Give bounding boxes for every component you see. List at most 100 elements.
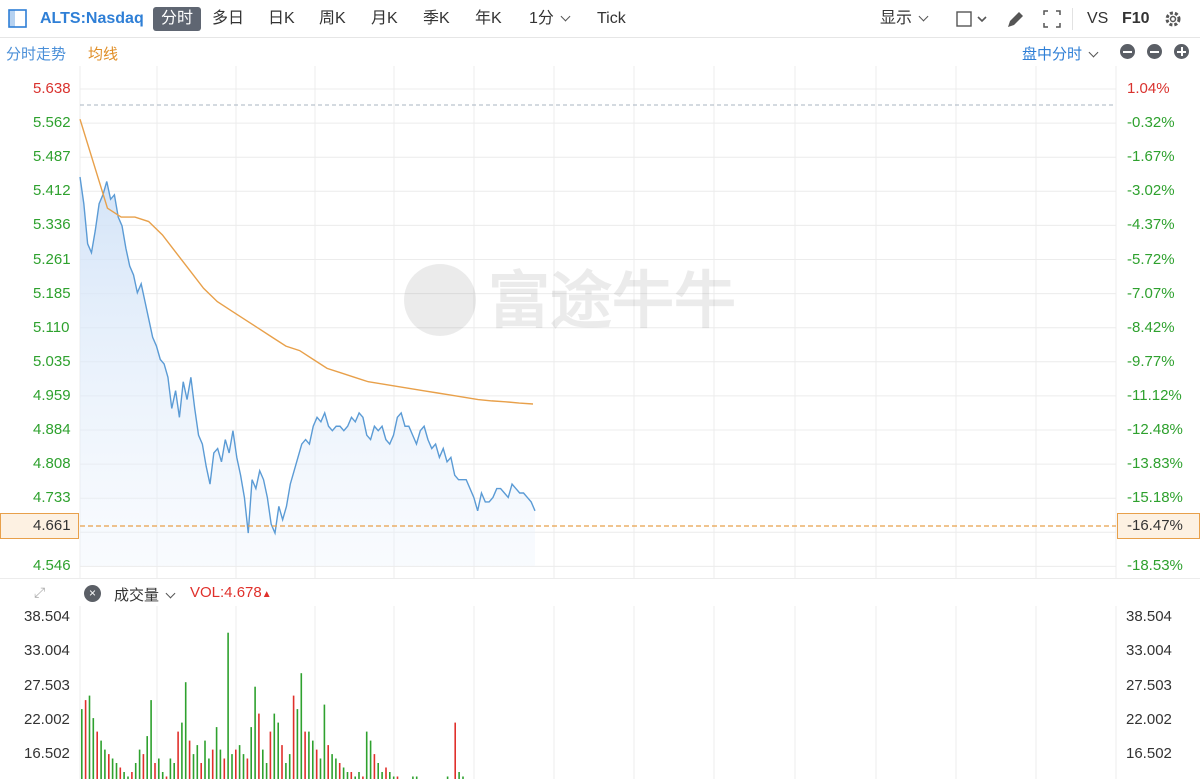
- volume-bar: [123, 772, 125, 779]
- watermark-text: 富途牛牛: [488, 264, 736, 337]
- price-tick-label: 4.959: [33, 386, 71, 404]
- volume-bar: [134, 763, 137, 779]
- volume-bar: [281, 745, 283, 779]
- price-tick-label: 4.808: [33, 455, 71, 473]
- volume-bar: [238, 745, 241, 779]
- volume-bar: [300, 673, 303, 779]
- volume-tick-label: 38.504: [24, 608, 70, 625]
- volume-bars: [81, 632, 464, 779]
- volume-bar: [211, 749, 214, 779]
- volume-bar: [81, 709, 83, 779]
- price-tick-label: 4.733: [33, 489, 71, 507]
- price-tick-label: 5.562: [33, 114, 71, 132]
- volume-bar: [358, 772, 360, 779]
- current-price-box: 4.661: [0, 513, 79, 539]
- price-tick-label: 4.546: [33, 557, 71, 575]
- volume-bar: [208, 758, 210, 779]
- volume-bar: [277, 722, 279, 779]
- volume-tick-label: 33.004: [1126, 642, 1172, 660]
- volume-bar: [250, 727, 252, 779]
- volume-bar: [181, 722, 183, 779]
- volume-tick-label: 16.502: [24, 745, 70, 763]
- price-tick-label: 5.110: [33, 318, 70, 336]
- volume-bar: [92, 718, 95, 779]
- percent-tick-label: -11.12%: [1127, 386, 1182, 404]
- price-area: [80, 177, 535, 566]
- volume-bar: [184, 682, 187, 779]
- volume-bar: [338, 763, 341, 779]
- percent-tick-label: -15.18%: [1127, 489, 1183, 507]
- volume-bar: [223, 758, 226, 779]
- volume-bar: [142, 754, 145, 779]
- volume-tick-label: 33.004: [24, 642, 70, 660]
- close-icon[interactable]: ×: [84, 585, 101, 602]
- volume-tick-label: 22.002: [1126, 710, 1172, 728]
- price-tick-label: 5.487: [33, 148, 71, 166]
- volume-bar: [219, 749, 222, 779]
- chevron-down-icon: [165, 588, 176, 599]
- percent-tick-label: -8.42%: [1127, 318, 1175, 336]
- intraday-chart[interactable]: 富途牛牛: [0, 0, 1200, 779]
- volume-bar: [96, 731, 98, 779]
- percent-tick-label: 1.04%: [1127, 80, 1170, 97]
- volume-header: ⤢ × 成交量 VOL:4.678▲: [0, 578, 1200, 606]
- volume-bar: [100, 740, 102, 779]
- price-tick-label: 5.638: [33, 80, 71, 97]
- volume-bar: [146, 736, 148, 779]
- price-tick-label: 5.261: [33, 250, 71, 268]
- volume-bar: [150, 700, 152, 779]
- volume-bar: [246, 758, 249, 779]
- volume-bar: [335, 758, 337, 779]
- volume-bar: [331, 754, 333, 779]
- current-change-box: -16.47%: [1117, 513, 1200, 539]
- volume-bar: [104, 749, 106, 779]
- volume-bar: [389, 772, 391, 779]
- volume-bar: [373, 754, 376, 779]
- volume-bar: [342, 767, 345, 779]
- volume-bar: [227, 632, 229, 779]
- volume-bar: [312, 740, 314, 779]
- volume-indicator-dropdown[interactable]: 成交量: [114, 584, 176, 605]
- volume-bar: [192, 754, 195, 779]
- price-tick-label: 4.884: [33, 421, 71, 438]
- percent-tick-label: -9.77%: [1127, 352, 1175, 370]
- volume-tick-label: 38.504: [1126, 608, 1172, 625]
- volume-bar: [319, 758, 322, 779]
- volume-bar: [273, 713, 276, 779]
- volume-bar: [235, 749, 237, 779]
- volume-bar: [231, 754, 233, 779]
- vol-value: VOL:4.678▲: [190, 584, 272, 601]
- watermark: 富途牛牛: [404, 264, 736, 337]
- volume-bar: [323, 704, 326, 779]
- volume-tick-label: 27.503: [1126, 676, 1172, 694]
- volume-bar: [265, 763, 268, 779]
- volume-bar: [288, 754, 291, 779]
- percent-tick-label: -3.02%: [1127, 182, 1175, 200]
- percent-tick-label: -7.07%: [1127, 284, 1175, 302]
- volume-bar: [200, 763, 202, 779]
- volume-bar: [304, 731, 306, 779]
- volume-bar: [296, 709, 299, 779]
- percent-tick-label: -13.83%: [1127, 455, 1183, 473]
- price-tick-label: 5.336: [33, 216, 71, 234]
- volume-bar: [315, 749, 318, 779]
- volume-bar: [308, 731, 310, 779]
- volume-bar: [350, 772, 353, 779]
- volume-bar: [108, 754, 110, 779]
- volume-bar: [138, 749, 141, 779]
- percent-tick-label: -12.48%: [1127, 421, 1183, 438]
- volume-bar: [385, 767, 387, 779]
- volume-bar: [161, 772, 164, 779]
- volume-bar: [258, 713, 260, 779]
- volume-bar: [346, 772, 349, 779]
- volume-tick-label: 27.503: [24, 676, 70, 694]
- expand-icon[interactable]: ⤢: [34, 584, 45, 601]
- volume-bar: [369, 740, 372, 779]
- grid-lines: [79, 66, 1117, 779]
- volume-bar: [169, 758, 172, 779]
- volume-bar: [454, 722, 456, 779]
- percent-tick-label: -4.37%: [1127, 216, 1175, 234]
- volume-tick-label: 22.002: [24, 710, 70, 728]
- price-tick-label: 5.185: [33, 284, 71, 302]
- volume-bar: [458, 772, 460, 779]
